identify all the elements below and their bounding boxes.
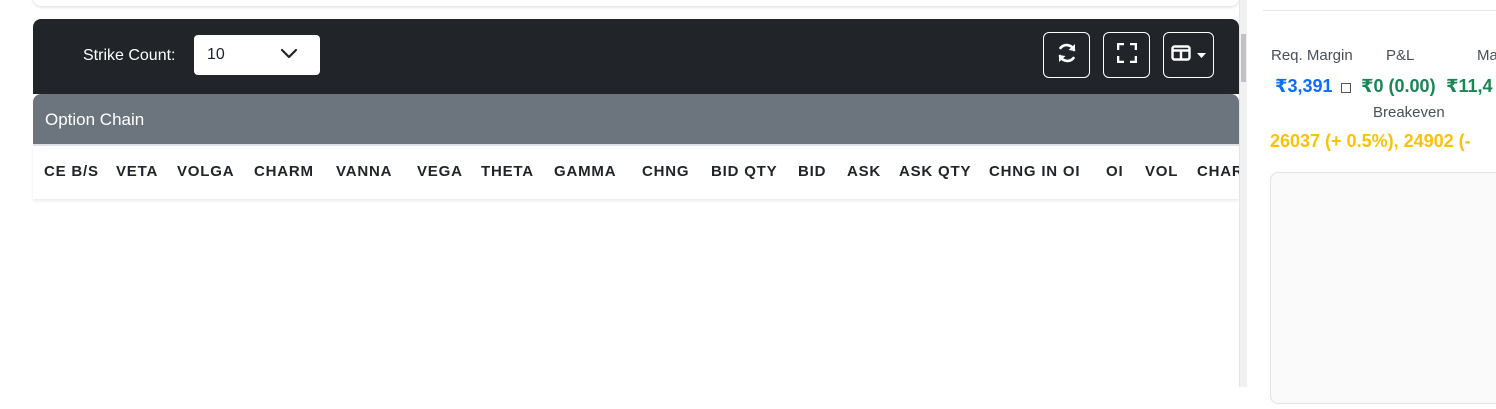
column-header-theta[interactable]: THETA [481,163,534,180]
strike-count-value: 10 [207,46,225,63]
refresh-button[interactable] [1043,32,1090,78]
option-chain-header: Option Chain [33,94,1239,144]
column-header-volga[interactable]: VOLGA [177,163,234,180]
option-chain-title: Option Chain [45,110,145,129]
column-header-ask[interactable]: ASK [847,163,881,180]
req-margin-label: Req. Margin [1271,47,1353,64]
page: Strike Count: 10 Option Chain CE B/S VET… [0,0,1496,409]
req-margin-value: ₹3,391 [1275,76,1333,96]
fullscreen-icon [1116,42,1137,68]
option-chain-column-headers: CE B/S VETA VOLGA CHARM VANNA VEGA THETA… [33,144,1239,199]
refresh-icon [1056,42,1078,69]
columns-dropdown-button[interactable] [1163,32,1214,78]
strike-count-select[interactable]: 10 [194,35,320,75]
column-header-vol[interactable]: VOL [1145,163,1178,180]
payoff-chart-container [1270,172,1496,404]
pnl-label: P&L [1386,47,1415,64]
scrollbar-thumb[interactable] [1241,34,1246,82]
chevron-down-icon [280,47,298,65]
column-header-chng[interactable]: CHNG [642,163,689,180]
column-header-oi[interactable]: OI [1106,163,1123,180]
column-header-ask-qty[interactable]: ASK QTY [899,163,971,180]
pnl-value: ₹0 (0.00) [1361,76,1436,96]
columns-icon [1171,44,1191,66]
strategy-summary-panel: Req. Margin P&L Ma ₹3,391 ₹0 (0.00) ₹11,… [1247,0,1496,409]
column-header-chng-in-oi[interactable]: CHNG IN OI [989,163,1080,180]
column-header-bid[interactable]: BID [798,163,826,180]
breakeven-label: Breakeven [1373,104,1445,121]
column-header-charm-right[interactable]: CHAR [1197,163,1239,180]
option-chain-toolbar: Strike Count: 10 [33,19,1239,94]
column-header-charm[interactable]: CHARM [254,163,314,180]
caret-down-icon [1197,46,1206,64]
column-header-vega[interactable]: VEGA [417,163,463,180]
max-label: Ma [1477,47,1496,64]
copy-icon[interactable] [1341,83,1351,93]
vertical-scrollbar[interactable] [1239,0,1247,387]
breakeven-value: 26037 (+ 0.5%), 24902 (- [1270,131,1471,151]
fullscreen-button[interactable] [1103,32,1150,78]
panel-divider [1263,10,1496,11]
column-header-ce-bs[interactable]: CE B/S [44,163,99,180]
max-value: ₹11,4 [1446,76,1493,96]
strike-count-label: Strike Count: [83,47,176,64]
column-header-gamma[interactable]: GAMMA [554,163,616,180]
column-header-vanna[interactable]: VANNA [336,163,392,180]
column-header-bid-qty[interactable]: BID QTY [711,163,777,180]
column-header-veta[interactable]: VETA [116,163,158,180]
top-card [33,0,1239,6]
